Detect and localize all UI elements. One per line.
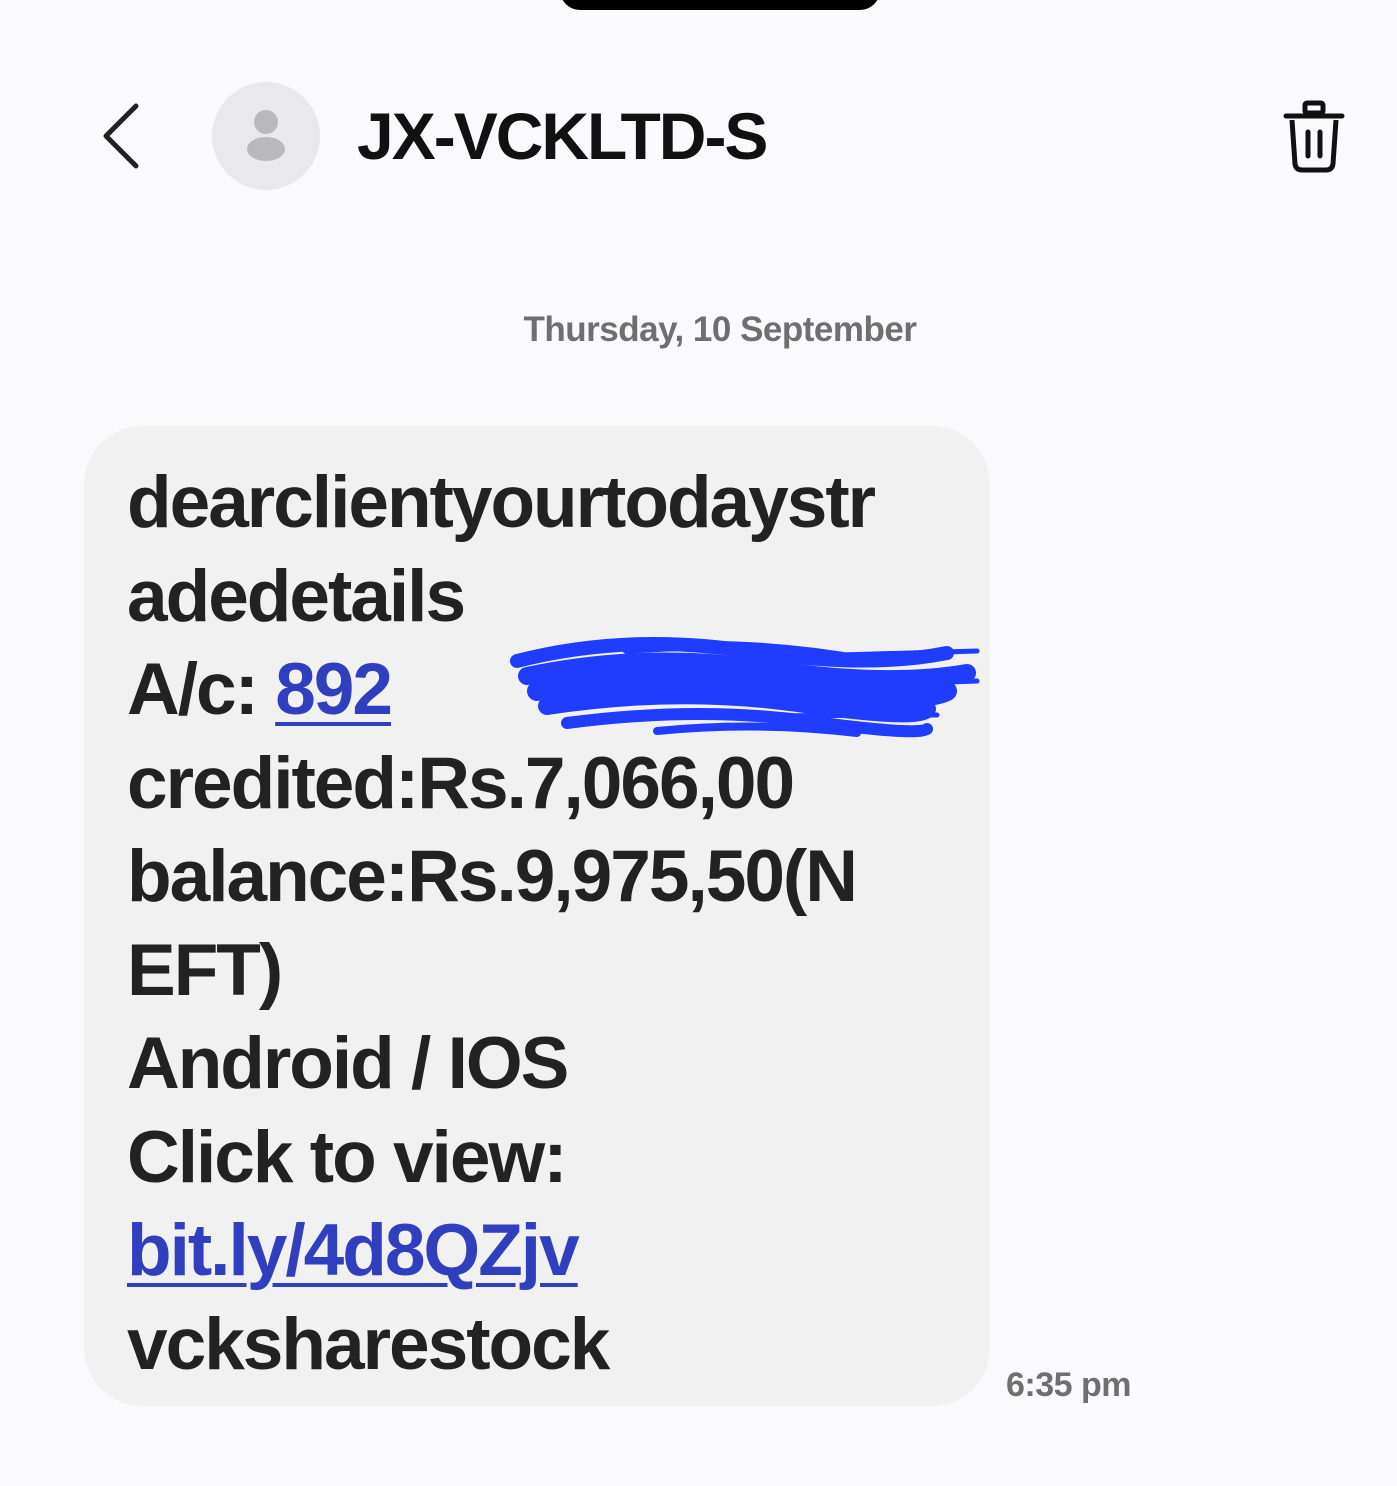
contact-avatar[interactable]: [212, 82, 320, 190]
date-separator: Thursday, 10 September: [523, 310, 917, 349]
trash-icon: [1283, 100, 1345, 173]
balance-line: balance:Rs.9,975,50(N: [127, 836, 858, 917]
contact-name: JX-VCKLTD-S: [357, 99, 768, 173]
message-line: Click to view:: [127, 1116, 568, 1198]
message-line: dearclientyourtodaystr: [127, 462, 876, 543]
redaction-scribble: [510, 636, 980, 738]
message-timestamp: 6:35 pm: [1006, 1366, 1132, 1404]
chevron-left-icon: [103, 103, 139, 169]
short-link[interactable]: bit.ly/4d8QZjv: [127, 1210, 580, 1291]
message-text: dearclientyourtodaystr adedetails A/c: 8…: [127, 456, 980, 1391]
camera-notch: [560, 0, 880, 10]
message-line: vcksharestock: [127, 1303, 610, 1385]
account-label: A/c:: [127, 649, 276, 730]
message-line: EFT): [127, 929, 283, 1011]
back-button[interactable]: [92, 98, 154, 174]
credited-line: credited:Rs.7,066,00: [127, 742, 795, 824]
person-icon: [247, 110, 285, 161]
message-line: Android / IOS: [127, 1023, 569, 1104]
delete-button[interactable]: [1280, 98, 1348, 176]
account-number-link[interactable]: 892: [275, 643, 393, 737]
message-line: adedetails: [127, 555, 466, 637]
